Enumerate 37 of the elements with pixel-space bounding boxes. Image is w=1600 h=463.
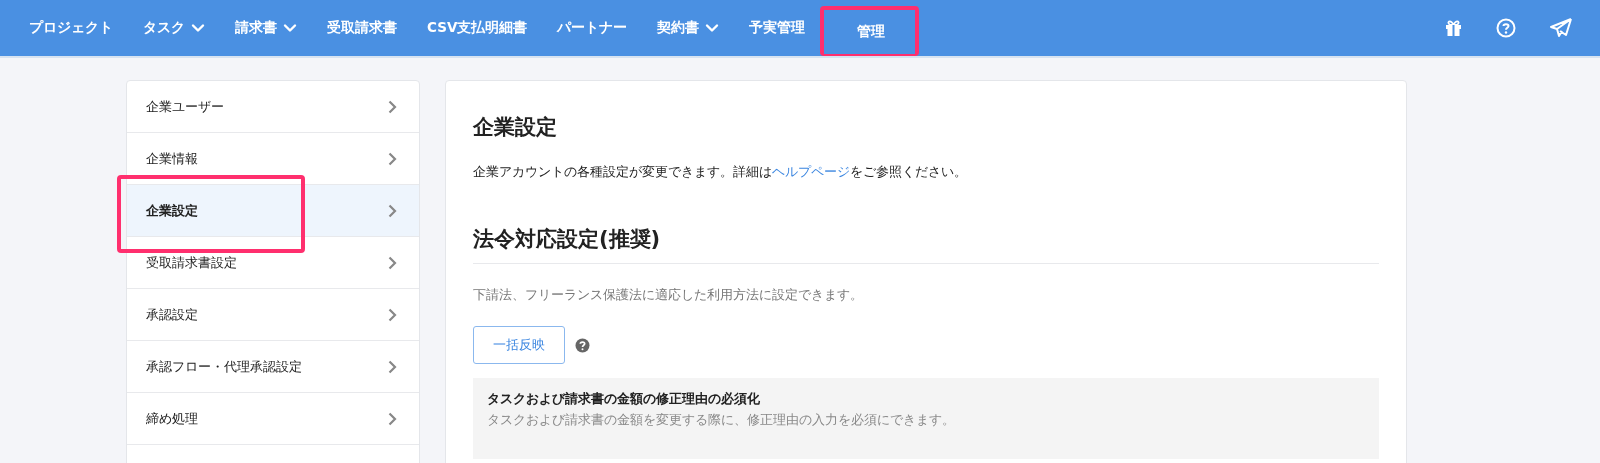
nav-menu-item[interactable]: 請求書: [220, 0, 312, 56]
nav-menu-item[interactable]: プロジェクト: [14, 0, 128, 56]
sidebar-item[interactable]: 企業ユーザー: [127, 81, 419, 133]
nav-menu-item[interactable]: パートナー: [542, 0, 643, 56]
sidebar-item[interactable]: 企業設定: [127, 185, 419, 237]
nav-menu-item[interactable]: 契約書: [642, 0, 735, 56]
chevron-right-icon: [388, 307, 397, 322]
chevron-right-icon: [388, 359, 397, 374]
nav-menu-item[interactable]: タスク: [128, 0, 220, 56]
help-page-link[interactable]: ヘルプページ: [772, 164, 850, 179]
sidebar-item[interactable]: 締め処理: [127, 393, 419, 445]
page-description: 企業アカウントの各種設定が変更できます。詳細はヘルプページをご参照ください。: [473, 163, 968, 181]
setting-description: タスクおよび請求書の金額を変更する際に、修正理由の入力を必須にできます。: [487, 411, 956, 429]
nav-menu-item[interactable]: 管理: [820, 6, 920, 56]
sidebar-item[interactable]: 承認設定: [127, 289, 419, 341]
section-description: 下請法、フリーランス保護法に適応した利用方法に設定できます。: [473, 286, 864, 304]
chevron-right-icon: [388, 151, 397, 166]
sidebar-item[interactable]: 承認フロー・代理承認設定: [127, 341, 419, 393]
chevron-down-icon: [191, 22, 205, 34]
gift-icon[interactable]: [1445, 19, 1462, 37]
help-icon[interactable]: [575, 337, 590, 353]
chevron-down-icon: [705, 22, 720, 34]
page-title: 企業設定: [473, 114, 558, 141]
nav-menu-item[interactable]: 受取請求書: [312, 0, 412, 56]
chevron-down-icon: [283, 22, 297, 34]
chevron-right-icon: [388, 99, 397, 114]
chevron-right-icon: [388, 203, 397, 218]
nav-menu-item[interactable]: CSV支払明細書: [412, 0, 543, 56]
nav-menu-item[interactable]: 予実管理: [734, 0, 821, 56]
chevron-right-icon: [388, 411, 397, 426]
help-icon[interactable]: [1496, 18, 1516, 38]
setting-title: タスクおよび請求書の金額の修正理由の必須化: [487, 390, 761, 408]
bulk-apply-button[interactable]: 一括反映: [473, 326, 565, 364]
chevron-right-icon: [388, 255, 397, 270]
sidebar-item[interactable]: 受取請求書設定: [127, 237, 419, 289]
section-title: 法令対応設定(推奨): [473, 225, 1379, 264]
send-icon[interactable]: [1550, 18, 1572, 38]
